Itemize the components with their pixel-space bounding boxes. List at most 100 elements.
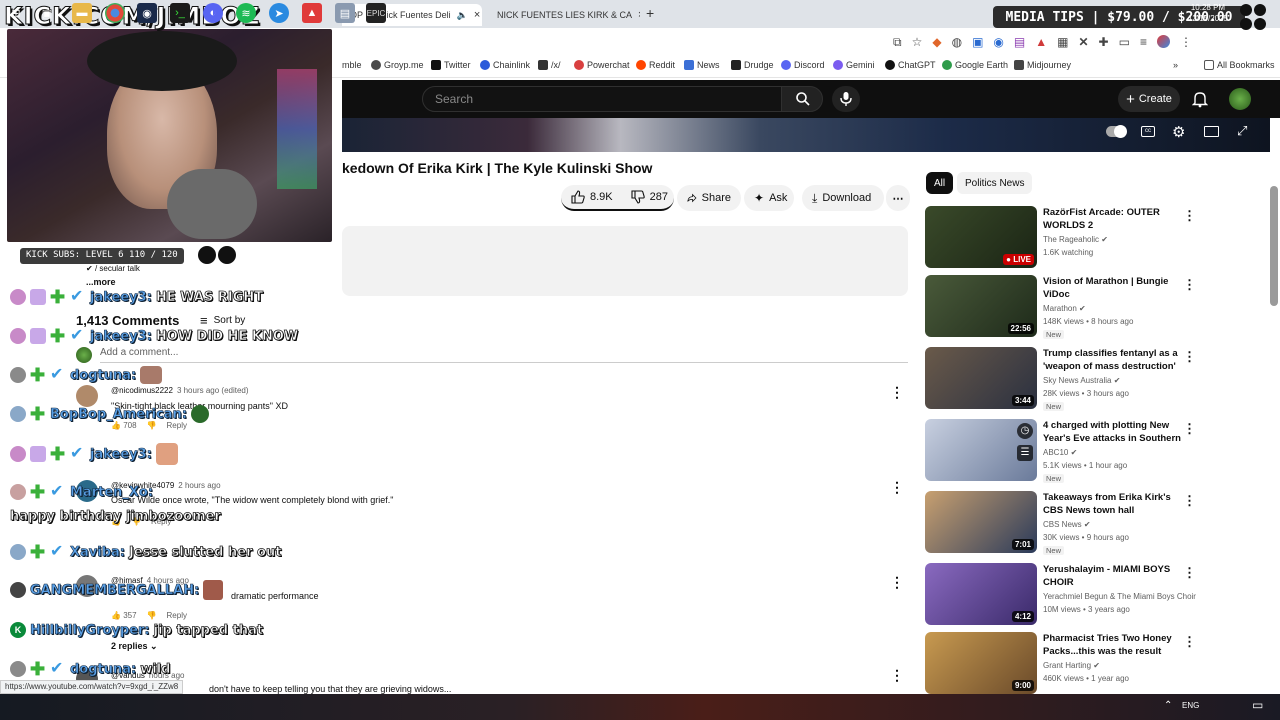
profile-avatar[interactable] [1156, 35, 1170, 48]
channel-name[interactable]: The Rageaholic ✔ [1043, 235, 1108, 244]
video-thumbnail[interactable]: ● LIVE [925, 206, 1037, 268]
fullscreen-icon[interactable]: ⤢ [1237, 123, 1247, 139]
bookmark-item[interactable]: News [684, 60, 720, 70]
more-actions-button[interactable]: ⋯ [886, 185, 910, 211]
recommendation-item[interactable]: 7:01 Takeaways from Erika Kirk's CBS New… [925, 491, 1205, 555]
reading-list-icon[interactable]: ≡ [1140, 35, 1147, 50]
bookmark-item[interactable]: Google Earth [942, 60, 1008, 70]
steam-icon[interactable]: ◉ [137, 3, 157, 23]
extension-icon[interactable]: ▲ [1035, 35, 1047, 50]
bookmark-item[interactable]: mble [342, 60, 362, 70]
recommendation-menu-icon[interactable]: ⋮ [1183, 421, 1196, 437]
miniplayer-icon[interactable] [1204, 126, 1219, 137]
channel-name[interactable]: Yerachmiel Begun & The Miami Boys Choir [1043, 592, 1196, 601]
dislike-button[interactable]: 287 [631, 190, 668, 204]
captions-icon[interactable]: cc [1141, 126, 1155, 137]
task-view-icon[interactable]: ▣ [37, 3, 57, 23]
chip-all[interactable]: All [926, 172, 954, 194]
telegram-icon[interactable]: ➤ [269, 3, 289, 23]
channel-name[interactable]: Sky News Australia ✔ [1043, 376, 1120, 385]
recommendation-item[interactable]: ● LIVE RazörFist Arcade: OUTER WORLDS 2 … [925, 206, 1205, 270]
video-thumbnail[interactable]: 3:44 [925, 347, 1037, 409]
show-more-link[interactable]: ...more [86, 277, 116, 287]
bookmark-item[interactable]: Gemini [833, 60, 875, 70]
comment-menu-icon[interactable]: ⋮ [890, 385, 904, 399]
notifications-icon[interactable]: ▭ [1252, 698, 1263, 712]
language-indicator[interactable]: ENG [1182, 701, 1199, 710]
spotify-icon[interactable]: ≋ [236, 3, 256, 23]
channel-name[interactable]: ABC10 ✔ [1043, 448, 1077, 457]
video-thumbnail[interactable]: ◷ ☰ [925, 419, 1037, 481]
browser-tab-active[interactable]: OP IT': Nick Fuentes Deli 🔈 × [342, 4, 482, 26]
mute-icon[interactable]: 🔈 [457, 10, 468, 21]
extension-icon[interactable]: ◉ [993, 35, 1003, 50]
x-icon[interactable]: ✕ [1078, 35, 1088, 50]
video-thumbnail[interactable]: 7:01 [925, 491, 1037, 553]
comment-dislike-button[interactable]: 👎 [147, 611, 157, 620]
comment-handle[interactable]: @nicodimus2222 [111, 386, 173, 395]
extension-icon[interactable]: ◍ [952, 35, 962, 50]
close-tab-icon[interactable]: × [474, 9, 480, 21]
bookmark-item[interactable]: Drudge [731, 60, 774, 70]
discord-icon[interactable]: ◐ [203, 3, 223, 23]
puzzle-icon[interactable]: ✚ [1099, 35, 1109, 50]
epic-games-icon[interactable]: EPIC [366, 3, 386, 23]
recommendation-title[interactable]: 4 charged with plotting New Year's Eve a… [1043, 419, 1183, 445]
video-player[interactable] [342, 118, 1270, 152]
comment-menu-icon[interactable]: ⋮ [890, 480, 904, 494]
recommendation-menu-icon[interactable]: ⋮ [1183, 565, 1196, 581]
search-input[interactable]: Search [422, 86, 782, 112]
recommendation-item[interactable]: 3:44 Trump classifies fentanyl as a 'wea… [925, 347, 1205, 411]
reply-button[interactable]: Reply [167, 611, 187, 620]
voice-search-button[interactable] [832, 86, 860, 112]
extension-icon[interactable]: ◆ [932, 35, 941, 50]
bookmarks-overflow-icon[interactable]: » [1173, 60, 1178, 70]
cast-icon[interactable]: ⧉ [893, 35, 902, 50]
app-icon[interactable]: ▤ [335, 3, 355, 23]
recommendation-menu-icon[interactable]: ⋮ [1183, 277, 1196, 293]
channel-name[interactable]: CBS News ✔ [1043, 520, 1091, 529]
add-to-queue-icon[interactable]: ☰ [1017, 445, 1033, 461]
menu-kebab-icon[interactable]: ⋮ [1180, 35, 1192, 50]
recommendation-title[interactable]: Yerushalayim - MIAMI BOYS CHOIR [1043, 563, 1183, 589]
recommendation-title[interactable]: Trump classifies fentanyl as a 'weapon o… [1043, 347, 1183, 373]
bookmark-item[interactable]: Powerchat [574, 60, 630, 70]
comment-time[interactable]: 2 hours ago [178, 481, 220, 490]
extension-icon[interactable]: ▤ [1014, 35, 1025, 50]
video-thumbnail[interactable]: 9:00 [925, 632, 1037, 694]
video-thumbnail[interactable]: 4:12 [925, 563, 1037, 625]
recommendation-item[interactable]: 22:56 Vision of Marathon | Bungie ViDoc … [925, 275, 1205, 339]
channel-name[interactable]: Grant Harting ✔ [1043, 661, 1100, 670]
like-button[interactable]: 8.9K [571, 190, 613, 204]
bookmark-item[interactable]: Discord [781, 60, 825, 70]
extension-icon[interactable]: ▦ [1057, 35, 1068, 50]
ask-button[interactable]: ✦ Ask [744, 185, 794, 211]
chip-politics-news[interactable]: Politics News [957, 172, 1033, 194]
recommendation-menu-icon[interactable]: ⋮ [1183, 208, 1196, 224]
share-button[interactable]: Share [677, 185, 741, 211]
recommendation-title[interactable]: Takeaways from Erika Kirk's CBS News tow… [1043, 491, 1183, 517]
comment-menu-icon[interactable]: ⋮ [890, 668, 904, 682]
create-button[interactable]: + Create [1118, 86, 1180, 112]
show-replies-button[interactable]: 2 replies ⌄ [111, 641, 158, 652]
new-tab-button[interactable]: + [646, 5, 654, 21]
recommendation-item[interactable]: 9:00 Pharmacist Tries Two Honey Packs...… [925, 632, 1205, 696]
search-button[interactable] [781, 86, 823, 112]
extension-icon[interactable]: ▣ [972, 35, 983, 50]
side-panel-icon[interactable]: ▭ [1119, 35, 1130, 50]
comment-like-button[interactable]: 👍 357 [111, 611, 137, 620]
bookmark-item[interactable]: Midjourney [1014, 60, 1071, 70]
chrome-icon[interactable] [105, 3, 125, 23]
autoplay-toggle[interactable] [1106, 125, 1127, 138]
comment-menu-icon[interactable]: ⋮ [890, 575, 904, 589]
recommendation-menu-icon[interactable]: ⋮ [1183, 493, 1196, 509]
bookmark-item[interactable]: Reddit [636, 60, 675, 70]
bookmark-item[interactable]: ChatGPT [885, 60, 936, 70]
download-button[interactable]: ⤓ Download [802, 185, 884, 211]
video-thumbnail[interactable]: 22:56 [925, 275, 1037, 337]
terminal-icon[interactable]: ›_ [170, 3, 190, 23]
browser-tab[interactable]: NICK FUENTES LIES KIRK & CA × [484, 4, 640, 26]
system-clock[interactable]: 10:28 PM 12/15/2025 [1188, 2, 1228, 24]
watch-later-icon[interactable]: ◷ [1017, 423, 1033, 439]
settings-gear-icon[interactable]: ⚙ [1172, 123, 1185, 141]
